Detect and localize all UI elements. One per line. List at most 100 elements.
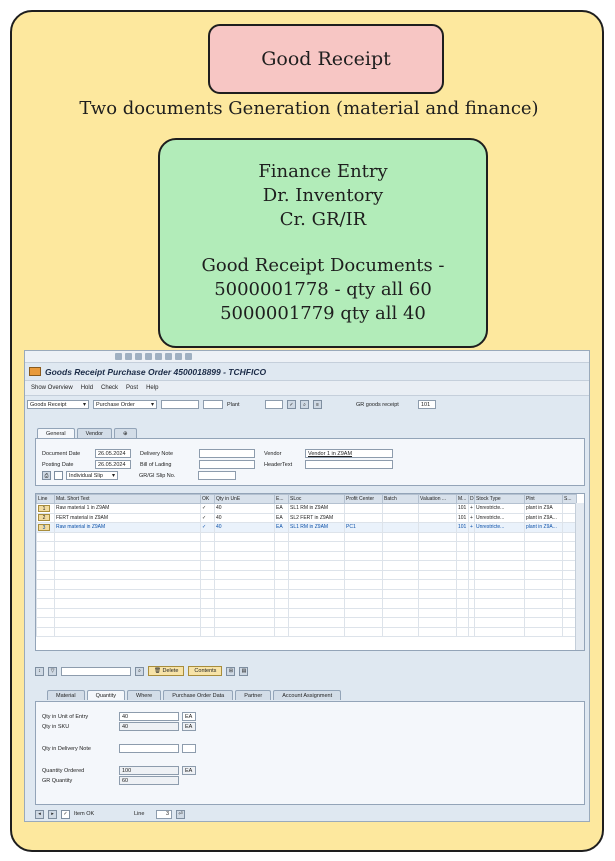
empty-cell[interactable] <box>274 550 289 561</box>
cell-profit-center[interactable] <box>344 503 383 514</box>
empty-cell[interactable] <box>288 617 345 628</box>
empty-cell[interactable] <box>274 588 289 599</box>
empty-cell[interactable] <box>344 560 383 571</box>
cell-stock-type[interactable]: Unrestricte... <box>474 522 525 533</box>
tab-purchase-order-data[interactable]: Purchase Order Data <box>163 690 234 700</box>
empty-cell[interactable] <box>200 607 215 618</box>
empty-cell[interactable] <box>474 531 525 542</box>
empty-cell[interactable] <box>36 617 55 628</box>
empty-cell[interactable] <box>36 531 55 542</box>
empty-cell[interactable] <box>524 550 563 561</box>
empty-cell[interactable] <box>214 560 275 571</box>
tab-account-assignment[interactable]: Account Assignment <box>273 690 342 700</box>
empty-cell[interactable] <box>200 531 215 542</box>
empty-cell[interactable] <box>382 598 419 609</box>
delete-button[interactable]: 🗑︎ Delete <box>148 666 185 676</box>
empty-cell[interactable] <box>36 541 55 552</box>
empty-cell[interactable] <box>382 550 419 561</box>
empty-cell[interactable] <box>54 588 201 599</box>
empty-cell[interactable] <box>418 598 457 609</box>
cell-profit-center[interactable] <box>344 512 383 523</box>
qty-entry-field[interactable]: 40 <box>119 712 179 721</box>
empty-cell[interactable] <box>36 579 55 590</box>
empty-cell[interactable] <box>456 607 469 618</box>
col-valuation[interactable]: Valuation ... <box>418 494 457 504</box>
empty-cell[interactable] <box>274 598 289 609</box>
cell-sloc[interactable]: SL1 RM in Z9AM <box>288 503 345 514</box>
empty-cell[interactable] <box>524 588 563 599</box>
empty-cell[interactable] <box>200 617 215 628</box>
po-number-field[interactable] <box>161 400 199 409</box>
empty-cell[interactable] <box>524 626 563 637</box>
empty-cell[interactable] <box>214 550 275 561</box>
col-qty[interactable]: Qty in UnE <box>214 494 275 504</box>
empty-cell[interactable] <box>382 569 419 580</box>
empty-cell[interactable] <box>200 588 215 599</box>
col-ok[interactable]: OK <box>200 494 215 504</box>
empty-cell[interactable] <box>214 588 275 599</box>
help-icon[interactable] <box>185 353 192 360</box>
empty-cell[interactable] <box>288 588 345 599</box>
cell-plant[interactable]: plant in Z9A <box>524 503 563 514</box>
empty-cell[interactable] <box>274 560 289 571</box>
empty-cell[interactable] <box>524 579 563 590</box>
empty-cell[interactable] <box>274 607 289 618</box>
tab-material[interactable]: Material <box>47 690 85 700</box>
empty-cell[interactable] <box>36 569 55 580</box>
find-icon[interactable] <box>165 353 172 360</box>
empty-cell[interactable] <box>214 607 275 618</box>
movement-type-field[interactable]: 101 <box>418 400 436 409</box>
empty-cell[interactable] <box>214 626 275 637</box>
empty-cell[interactable] <box>288 607 345 618</box>
table-row-empty[interactable] <box>36 579 577 590</box>
cell-stock-type[interactable]: Unrestricte... <box>474 503 525 514</box>
empty-cell[interactable] <box>288 569 345 580</box>
bill-of-lading-field[interactable] <box>199 460 255 469</box>
empty-cell[interactable] <box>474 617 525 628</box>
empty-cell[interactable] <box>382 607 419 618</box>
cell-qty[interactable]: 40 <box>214 512 275 523</box>
cell-plant[interactable]: plant in Z9A... <box>524 512 563 523</box>
empty-cell[interactable] <box>200 550 215 561</box>
table-row-empty[interactable] <box>36 541 577 552</box>
empty-cell[interactable] <box>456 569 469 580</box>
empty-cell[interactable] <box>474 579 525 590</box>
expand-icon[interactable]: ⊞ <box>226 666 236 676</box>
table-row-empty[interactable] <box>36 607 577 618</box>
cell-valuation[interactable] <box>418 512 457 523</box>
check-button[interactable]: Check <box>101 385 118 391</box>
empty-cell[interactable] <box>344 569 383 580</box>
cell-stock-type[interactable]: Unrestricte... <box>474 512 525 523</box>
empty-cell[interactable] <box>214 531 275 542</box>
table-row-empty[interactable] <box>36 626 577 637</box>
empty-cell[interactable] <box>36 598 55 609</box>
cell-batch[interactable] <box>382 522 419 533</box>
table-row[interactable]: 3 Raw material in Z9AM ✓ 40 EA SL1 RM in Z9AM… <box>36 522 577 533</box>
sort-icon[interactable]: ↕ <box>35 666 44 676</box>
empty-cell[interactable] <box>382 617 419 628</box>
empty-cell[interactable] <box>418 626 457 637</box>
col-line[interactable]: Line <box>36 494 55 504</box>
qty-delivery-field[interactable] <box>119 744 179 753</box>
empty-cell[interactable] <box>344 598 383 609</box>
col-stock-type[interactable]: Stock Type <box>474 494 525 504</box>
table-row-empty[interactable] <box>36 550 577 561</box>
go-to-line-icon[interactable]: ⏎ <box>176 809 185 819</box>
empty-cell[interactable] <box>274 531 289 542</box>
next-item-icon[interactable]: ▸ <box>48 809 57 819</box>
cell-short-text[interactable]: FERT material in Z9AM <box>54 512 201 523</box>
cell-unit[interactable]: EA <box>274 522 289 533</box>
empty-cell[interactable] <box>288 626 345 637</box>
execute-icon[interactable]: ✓ <box>287 400 296 409</box>
empty-cell[interactable] <box>418 550 457 561</box>
col-profit-center[interactable]: Profit Center <box>344 494 383 504</box>
empty-cell[interactable] <box>36 550 55 561</box>
empty-cell[interactable] <box>54 626 201 637</box>
empty-cell[interactable] <box>288 550 345 561</box>
cell-batch[interactable] <box>382 512 419 523</box>
cell-valuation[interactable] <box>418 522 457 533</box>
empty-cell[interactable] <box>456 626 469 637</box>
cell-unit[interactable]: EA <box>274 512 289 523</box>
cell-ok[interactable]: ✓ <box>200 503 215 514</box>
table-row-empty[interactable] <box>36 560 577 571</box>
